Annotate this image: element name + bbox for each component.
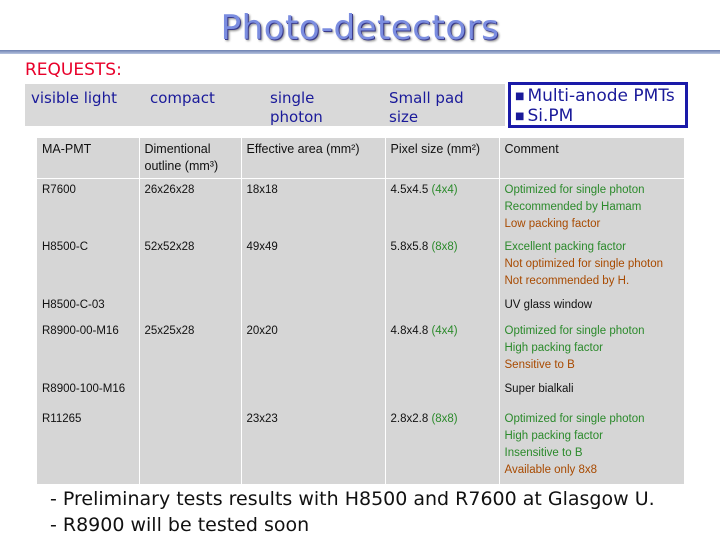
comment-line: UV glass window — [504, 299, 593, 311]
pixel-count: (4x4) — [431, 184, 458, 196]
cell-name: R8900-00-M16 — [37, 320, 140, 378]
pixel-size: 4.8x4.8 — [390, 325, 429, 337]
comment-line: Optimized for single photon — [504, 184, 645, 196]
comment-line: High packing factor — [504, 342, 603, 354]
request-small-pad-size: Small pad size — [389, 89, 464, 126]
comment-line: Optimized for single photon — [504, 325, 645, 337]
cell-name: R7600 — [37, 178, 140, 236]
cell-name: R11265 — [37, 408, 140, 485]
header-dimension: Dimentional outline (mm³) — [139, 138, 242, 179]
requests-band: visible light compact single photon Smal… — [25, 84, 505, 126]
cell-comment: Optimized for single photon High packing… — [499, 408, 684, 485]
footer-note-1: - Preliminary tests results with H8500 a… — [50, 488, 655, 510]
comment-line: Excellent packing factor — [504, 241, 626, 253]
title-divider — [0, 50, 720, 54]
cell-pixel: 4.8x4.8 (4x4) — [385, 320, 500, 378]
comment-line: Not recommended by H. — [504, 275, 630, 287]
option-label: Multi-anode PMTs — [527, 86, 675, 106]
cell-area — [241, 378, 386, 408]
pixel-size: 2.8x2.8 — [390, 413, 429, 425]
pixel-size: 4.5x4.5 — [390, 184, 429, 196]
cell-name: H8500-C-03 — [37, 294, 140, 320]
cell-pixel — [385, 294, 500, 320]
cell-comment: Optimized for single photon High packing… — [499, 320, 684, 378]
table-row: R8900-100-M16 Super bialkali — [37, 378, 684, 408]
cell-area: 18x18 — [241, 178, 386, 236]
pmt-table: MA-PMT Dimentional outline (mm³) Effecti… — [37, 138, 684, 485]
pixel-count: (4x4) — [431, 325, 458, 337]
comment-line: Super bialkali — [504, 383, 574, 395]
table-row: H8500-C-03 UV glass window — [37, 294, 684, 320]
header-ma-pmt: MA-PMT — [37, 138, 140, 179]
pixel-count: (8x8) — [431, 413, 458, 425]
cell-area: 20x20 — [241, 320, 386, 378]
header-effective-area: Effective area (mm²) — [241, 138, 386, 179]
cell-name: R8900-100-M16 — [37, 378, 140, 408]
comment-line: Low packing factor — [504, 218, 601, 230]
requests-label: REQUESTS: — [25, 60, 122, 80]
cell-comment: Excellent packing factor Not optimized f… — [499, 236, 684, 294]
request-compact: compact — [150, 89, 215, 107]
cell-comment: Super bialkali — [499, 378, 684, 408]
cell-pixel — [385, 378, 500, 408]
cell-dim: 52x52x28 — [139, 236, 242, 294]
table-row: H8500-C 52x52x28 49x49 5.8x5.8 (8x8) Exc… — [37, 236, 684, 294]
header-pixel-size: Pixel size (mm²) — [385, 138, 500, 179]
pixel-size: 5.8x5.8 — [390, 241, 429, 253]
cell-area: 23x23 — [241, 408, 386, 485]
comment-line: Optimized for single photon — [504, 413, 645, 425]
cell-name: H8500-C — [37, 236, 140, 294]
cell-area: 49x49 — [241, 236, 386, 294]
comment-line: Available only 8x8 — [504, 464, 598, 476]
request-visible-light: visible light — [31, 89, 117, 107]
detector-options-box: ■ Multi-anode PMTs ■ Si.PM — [508, 82, 688, 128]
cell-dim — [139, 294, 242, 320]
footer-note-2: - R8900 will be tested soon — [50, 514, 310, 536]
cell-dim: 25x25x28 — [139, 320, 242, 378]
comment-line: Sensitive to B — [504, 359, 575, 371]
cell-pixel: 4.5x4.5 (4x4) — [385, 178, 500, 236]
cell-pixel: 2.8x2.8 (8x8) — [385, 408, 500, 485]
cell-comment: UV glass window — [499, 294, 684, 320]
comment-line: Insensitive to B — [504, 447, 583, 459]
cell-pixel: 5.8x5.8 (8x8) — [385, 236, 500, 294]
cell-area — [241, 294, 386, 320]
cell-dim — [139, 378, 242, 408]
slide-title: Photo-detectors — [220, 8, 500, 48]
option-multi-anode-pmts: ■ Multi-anode PMTs — [515, 86, 675, 107]
option-sipm: ■ Si.PM — [515, 106, 573, 127]
comment-line: Not optimized for single photon — [504, 258, 664, 270]
bullet-icon: ■ — [515, 111, 525, 122]
table-header-row: MA-PMT Dimentional outline (mm³) Effecti… — [37, 138, 684, 179]
cell-dim: 26x26x28 — [139, 178, 242, 236]
bullet-icon: ■ — [515, 91, 525, 102]
option-label: Si.PM — [527, 106, 574, 126]
table-row: R8900-00-M16 25x25x28 20x20 4.8x4.8 (4x4… — [37, 320, 684, 378]
cell-dim — [139, 408, 242, 485]
table-row: R7600 26x26x28 18x18 4.5x4.5 (4x4) Optim… — [37, 178, 684, 237]
request-single-photon: single photon — [270, 89, 323, 126]
table-row: R11265 23x23 2.8x2.8 (8x8) Optimized for… — [37, 408, 684, 485]
pixel-count: (8x8) — [431, 241, 458, 253]
header-comment: Comment — [499, 138, 684, 179]
comment-line: High packing factor — [504, 430, 603, 442]
cell-comment: Optimized for single photon Recommended … — [499, 179, 684, 237]
comment-line: Recommended by Hamam — [504, 201, 642, 213]
